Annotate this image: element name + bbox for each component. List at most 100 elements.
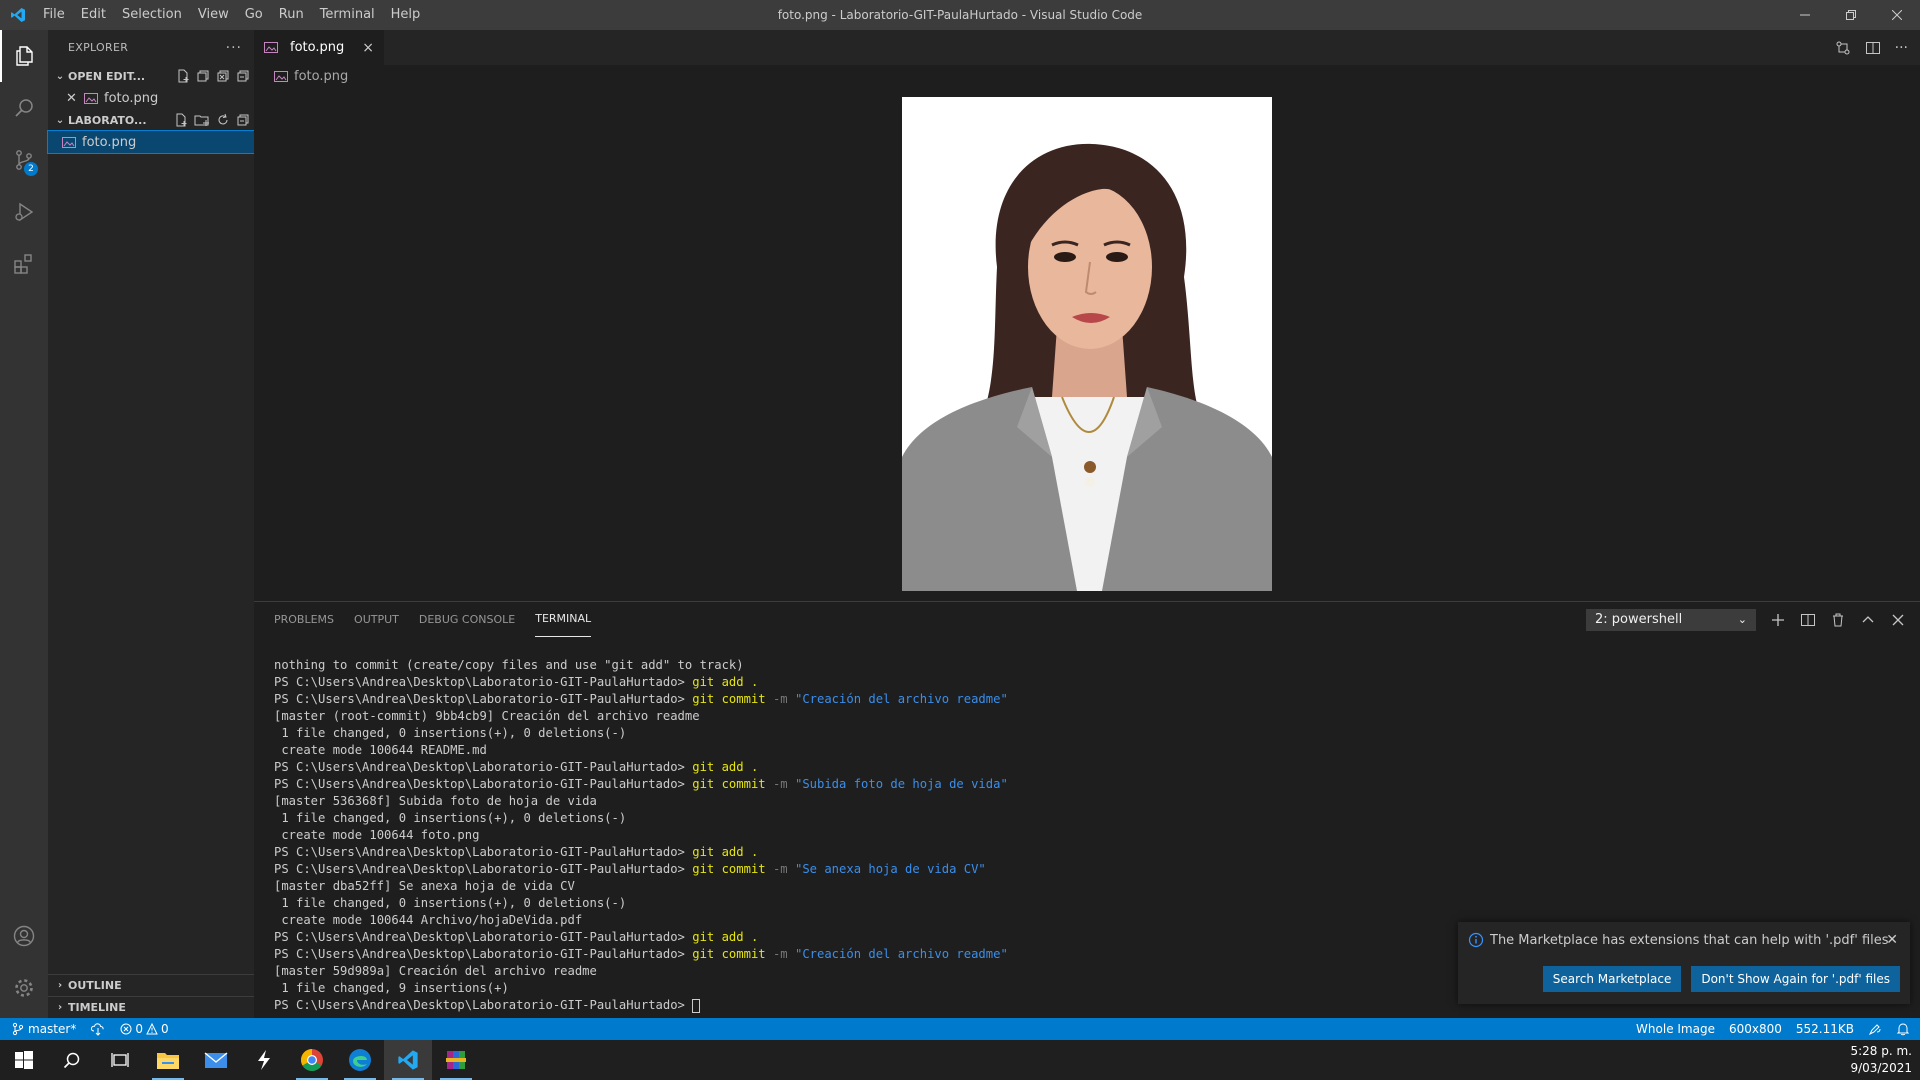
menu-view[interactable]: View <box>190 0 237 30</box>
menu-edit[interactable]: Edit <box>73 0 114 30</box>
feedback-icon[interactable] <box>1868 1022 1882 1036</box>
info-icon <box>1468 932 1484 948</box>
source-control-activity[interactable]: 2 <box>0 134 48 186</box>
task-view-button[interactable] <box>96 1040 144 1080</box>
taskbar-file-explorer[interactable] <box>144 1040 192 1080</box>
close-window-button[interactable] <box>1874 0 1920 30</box>
accounts-activity[interactable] <box>0 910 48 962</box>
folder-file-item[interactable]: foto.png <box>47 130 255 154</box>
new-terminal-icon[interactable] <box>1770 612 1786 628</box>
menu-file[interactable]: File <box>35 0 73 30</box>
more-actions-icon[interactable]: ··· <box>1895 40 1908 56</box>
terminal-prompt: PS C:\Users\Andrea\Desktop\Laboratorio-G… <box>274 947 693 961</box>
bell-icon[interactable] <box>1896 1022 1910 1036</box>
zoom-status[interactable]: Whole Image <box>1636 1022 1715 1036</box>
run-debug-activity[interactable] <box>0 186 48 238</box>
chevron-up-icon[interactable] <box>1860 612 1876 628</box>
taskbar-chrome[interactable] <box>288 1040 336 1080</box>
folder-icon <box>157 1053 179 1069</box>
split-editor-icon[interactable] <box>1865 40 1881 56</box>
collapse-folders-icon[interactable] <box>236 113 250 127</box>
sync-icon[interactable] <box>90 1022 106 1036</box>
outline-section[interactable]: › OUTLINE <box>48 974 254 996</box>
start-button[interactable] <box>0 1040 48 1080</box>
terminal-output-text: create mode 100644 foto.png <box>274 828 480 842</box>
terminal-flag: -m <box>772 692 788 706</box>
terminal-flag: -m <box>772 947 788 961</box>
search-activity[interactable] <box>0 82 48 134</box>
close-panel-icon[interactable] <box>1890 612 1906 628</box>
files-icon <box>16 46 33 66</box>
open-editor-item[interactable]: ✕ foto.png <box>48 87 254 109</box>
open-changes-icon[interactable] <box>1835 40 1851 56</box>
collapse-all-icon[interactable] <box>236 69 250 83</box>
save-all-icon[interactable] <box>196 69 210 83</box>
terminal-command: git commit <box>692 692 766 706</box>
new-untitled-file-icon[interactable] <box>176 69 190 83</box>
terminal-select[interactable]: 2: powershell ⌄ <box>1586 608 1756 631</box>
archive-icon <box>446 1051 466 1069</box>
extensions-activity[interactable] <box>0 238 48 290</box>
problems-indicator[interactable]: 0 0 <box>120 1022 169 1036</box>
tab-foto-png[interactable]: foto.png × <box>254 30 384 65</box>
chevron-down-icon: ⌄ <box>1737 613 1747 626</box>
scm-badge: 2 <box>24 162 38 176</box>
tab-debug-console[interactable]: DEBUG CONSOLE <box>419 602 515 637</box>
close-all-icon[interactable] <box>216 69 230 83</box>
editor-area: foto.png × ··· foto.png <box>254 30 1920 601</box>
tab-output[interactable]: OUTPUT <box>354 602 399 637</box>
gear-icon <box>15 979 33 997</box>
folder-section[interactable]: ⌄ LABORATO... <box>48 109 254 131</box>
search-icon <box>63 1052 80 1069</box>
activity-bar: 2 <box>0 30 48 1018</box>
branch-indicator[interactable]: master* <box>12 1022 76 1036</box>
terminal-output-text: 1 file changed, 0 insertions(+), 0 delet… <box>274 726 627 740</box>
system-clock[interactable]: 5:28 p. m. 9/03/2021 <box>1850 1043 1912 1077</box>
open-editors-section[interactable]: ⌄ OPEN EDIT... <box>48 65 254 87</box>
menu-run[interactable]: Run <box>271 0 312 30</box>
taskbar-vscode[interactable] <box>384 1040 432 1080</box>
chevron-down-icon: ⌄ <box>55 70 65 82</box>
breadcrumb[interactable]: foto.png <box>254 65 1920 87</box>
taskbar-app-lightning[interactable] <box>240 1040 288 1080</box>
taskbar-search-button[interactable] <box>48 1040 96 1080</box>
menu-selection[interactable]: Selection <box>114 0 190 30</box>
taskbar-winrar[interactable] <box>432 1040 480 1080</box>
menu-go[interactable]: Go <box>237 0 271 30</box>
warning-count: 0 <box>160 1022 169 1036</box>
extensions-icon <box>14 254 32 274</box>
new-folder-icon[interactable] <box>194 113 210 127</box>
terminal-string: "Creación del archivo readme" <box>795 692 1008 706</box>
more-actions-icon[interactable]: ··· <box>226 40 242 56</box>
tab-terminal[interactable]: TERMINAL <box>535 602 592 637</box>
terminal-line: [master dba52ff] Se anexa hoja de vida C… <box>274 878 1920 895</box>
menu-help[interactable]: Help <box>383 0 429 30</box>
terminal-select-value: 2: powershell <box>1595 612 1683 627</box>
manage-activity[interactable] <box>0 962 48 1014</box>
split-terminal-icon[interactable] <box>1800 612 1816 628</box>
minimize-button[interactable] <box>1782 0 1828 30</box>
taskbar-mail[interactable] <box>192 1040 240 1080</box>
search-marketplace-button[interactable]: Search Marketplace <box>1542 966 1682 992</box>
trash-icon[interactable] <box>1830 612 1846 628</box>
close-icon[interactable]: ✕ <box>66 91 80 106</box>
image-dimensions: 600x800 <box>1728 1022 1782 1036</box>
tab-problems[interactable]: PROBLEMS <box>274 602 334 637</box>
dont-show-again-button[interactable]: Don't Show Again for '.pdf' files <box>1691 966 1900 992</box>
close-tab-icon[interactable]: × <box>362 40 374 56</box>
refresh-icon[interactable] <box>216 113 230 127</box>
branch-name: master* <box>28 1022 77 1036</box>
title-bar: File Edit Selection View Go Run Terminal Help f… <box>0 0 1920 30</box>
new-file-icon[interactable] <box>174 113 188 127</box>
close-notification-icon[interactable]: ✕ <box>1886 932 1898 948</box>
restore-button[interactable] <box>1828 0 1874 30</box>
timeline-section[interactable]: › TIMELINE <box>48 996 254 1018</box>
terminal-flag: -m <box>772 862 788 876</box>
outline-label: OUTLINE <box>68 979 122 992</box>
menu-terminal[interactable]: Terminal <box>312 0 383 30</box>
terminal-line: create mode 100644 README.md <box>274 742 1920 759</box>
taskbar-edge[interactable] <box>336 1040 384 1080</box>
warning-icon <box>146 1023 158 1035</box>
portrait-photo <box>902 97 1272 591</box>
explorer-activity[interactable] <box>0 30 48 82</box>
